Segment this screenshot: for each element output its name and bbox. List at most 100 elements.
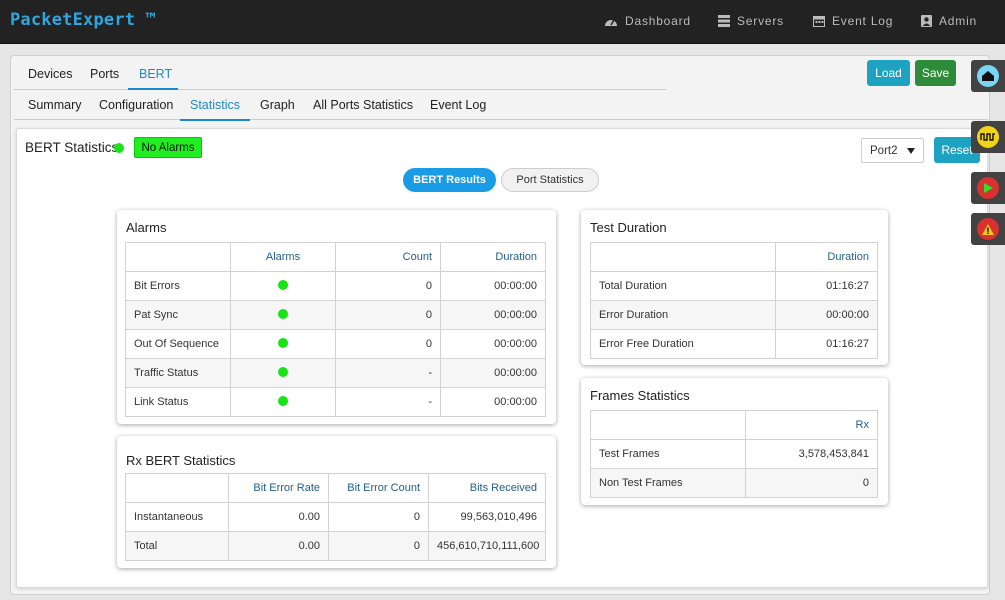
save-button[interactable]: Save — [915, 60, 956, 86]
calendar-icon — [813, 16, 825, 27]
tab-configuration[interactable]: Configuration — [99, 98, 173, 112]
table-row: Error Free Duration 01:16:27 — [590, 329, 878, 359]
tab-bert-underline — [128, 88, 178, 90]
table-row: Total Duration 01:16:27 — [590, 271, 878, 301]
tab-bert[interactable]: BERT — [139, 67, 172, 81]
row-label: Error Duration — [590, 300, 776, 330]
bert-results-toggle[interactable]: BERT Results — [403, 168, 496, 192]
user-icon — [921, 15, 932, 27]
column-header — [590, 410, 746, 440]
nav-event-log[interactable]: Event Log — [813, 14, 893, 28]
alarms-title: Alarms — [126, 220, 167, 235]
port-select[interactable]: Port2 — [861, 138, 924, 163]
side-warning-button[interactable] — [971, 213, 1005, 245]
bits-received: 99,563,010,496 — [428, 502, 546, 532]
table-row: Bit Errors 0 00:00:00 — [125, 271, 546, 301]
alarms-table: Alarms Count Duration Bit Errors 0 00:00… — [125, 242, 546, 417]
frames-value: 0 — [745, 468, 878, 498]
row-label: Total — [125, 531, 229, 561]
frames-statistics-card: Frames Statistics Rx Test Frames 3,578,4… — [581, 378, 888, 505]
alarm-duration: 00:00:00 — [440, 329, 546, 359]
bits-received: 456,610,710,111,600 — [428, 531, 546, 561]
column-header: Bit Error Count — [328, 473, 429, 503]
status-dot-icon — [278, 337, 288, 348]
dashboard-icon — [605, 19, 617, 26]
row-label: Total Duration — [590, 271, 776, 301]
port-statistics-toggle[interactable]: Port Statistics — [501, 168, 599, 192]
table-header-row: Duration — [590, 242, 878, 272]
frames-value: 3,578,453,841 — [745, 439, 878, 469]
alarm-status — [230, 271, 336, 301]
table-row: Traffic Status - 00:00:00 — [125, 358, 546, 388]
bit-error-rate: 0.00 — [228, 502, 329, 532]
status-badge: No Alarms — [134, 137, 202, 158]
alarm-status — [230, 358, 336, 388]
nav-admin-label: Admin — [939, 14, 978, 28]
table-header-row: Alarms Count Duration — [125, 242, 546, 272]
tab-graph[interactable]: Graph — [260, 98, 295, 112]
rx-bert-table: Bit Error Rate Bit Error Count Bits Rece… — [125, 473, 546, 561]
alarm-duration: 00:00:00 — [440, 300, 546, 330]
table-row: Non Test Frames 0 — [590, 468, 878, 498]
column-header — [590, 242, 776, 272]
tab-summary[interactable]: Summary — [28, 98, 81, 112]
table-row: Out Of Sequence 0 00:00:00 — [125, 329, 546, 359]
row-label: Test Frames — [590, 439, 746, 469]
port-select-value: Port2 — [870, 144, 898, 157]
nav-servers[interactable]: Servers — [718, 14, 784, 28]
side-waveform-button[interactable] — [971, 121, 1005, 153]
caret-down-icon — [907, 148, 915, 154]
column-header: Bit Error Rate — [228, 473, 329, 503]
nav-admin[interactable]: Admin — [921, 14, 977, 28]
alarm-status — [230, 387, 336, 417]
top-navbar: PacketExpert ™ Dashboard Servers Event L… — [0, 0, 1005, 44]
table-header-row: Bit Error Rate Bit Error Count Bits Rece… — [125, 473, 546, 503]
table-row: Link Status - 00:00:00 — [125, 387, 546, 417]
tab-ports[interactable]: Ports — [90, 67, 119, 81]
row-label: Out Of Sequence — [125, 329, 231, 359]
table-row: Error Duration 00:00:00 — [590, 300, 878, 330]
test-duration-card: Test Duration Duration Total Duration 01… — [581, 210, 888, 365]
column-header: Count — [335, 242, 441, 272]
tab-statistics-underline — [180, 119, 250, 121]
frames-statistics-title: Frames Statistics — [590, 388, 690, 403]
tab-devices[interactable]: Devices — [28, 67, 72, 81]
app-brand[interactable]: PacketExpert ™ — [10, 10, 156, 30]
warning-icon — [977, 218, 999, 240]
alarm-duration: 00:00:00 — [440, 387, 546, 417]
row-label: Link Status — [125, 387, 231, 417]
side-home-button[interactable] — [971, 60, 1005, 92]
table-row: Test Frames 3,578,453,841 — [590, 439, 878, 469]
bert-statistics-title: BERT Statistics — [25, 140, 119, 155]
servers-icon — [718, 15, 730, 27]
nav-dashboard[interactable]: Dashboard — [604, 14, 691, 28]
duration-value: 01:16:27 — [775, 271, 878, 301]
status-dot-icon — [278, 279, 288, 290]
row-label: Instantaneous — [125, 502, 229, 532]
alarm-status — [230, 300, 336, 330]
column-header: Duration — [775, 242, 878, 272]
tab-all-ports-statistics[interactable]: All Ports Statistics — [313, 98, 413, 112]
column-header — [125, 473, 229, 503]
tab-statistics[interactable]: Statistics — [190, 98, 240, 112]
table-row: Instantaneous 0.00 0 99,563,010,496 — [125, 502, 546, 532]
rx-bert-statistics-title: Rx BERT Statistics — [126, 453, 236, 468]
home-icon — [977, 65, 999, 87]
alarm-duration: 00:00:00 — [440, 358, 546, 388]
side-play-button[interactable] — [971, 172, 1005, 204]
column-header — [125, 242, 231, 272]
nav-servers-label: Servers — [737, 14, 784, 28]
bit-error-count: 0 — [328, 531, 429, 561]
alarm-count: 0 — [335, 329, 441, 359]
duration-value: 00:00:00 — [775, 300, 878, 330]
alarm-count: 0 — [335, 271, 441, 301]
waveform-icon — [977, 126, 999, 148]
alarm-count: - — [335, 358, 441, 388]
load-button[interactable]: Load — [867, 60, 910, 86]
row-label: Non Test Frames — [590, 468, 746, 498]
row-label: Error Free Duration — [590, 329, 776, 359]
column-header: Bits Received — [428, 473, 546, 503]
alarm-count: - — [335, 387, 441, 417]
tab-event-log[interactable]: Event Log — [430, 98, 486, 112]
row-label: Traffic Status — [125, 358, 231, 388]
